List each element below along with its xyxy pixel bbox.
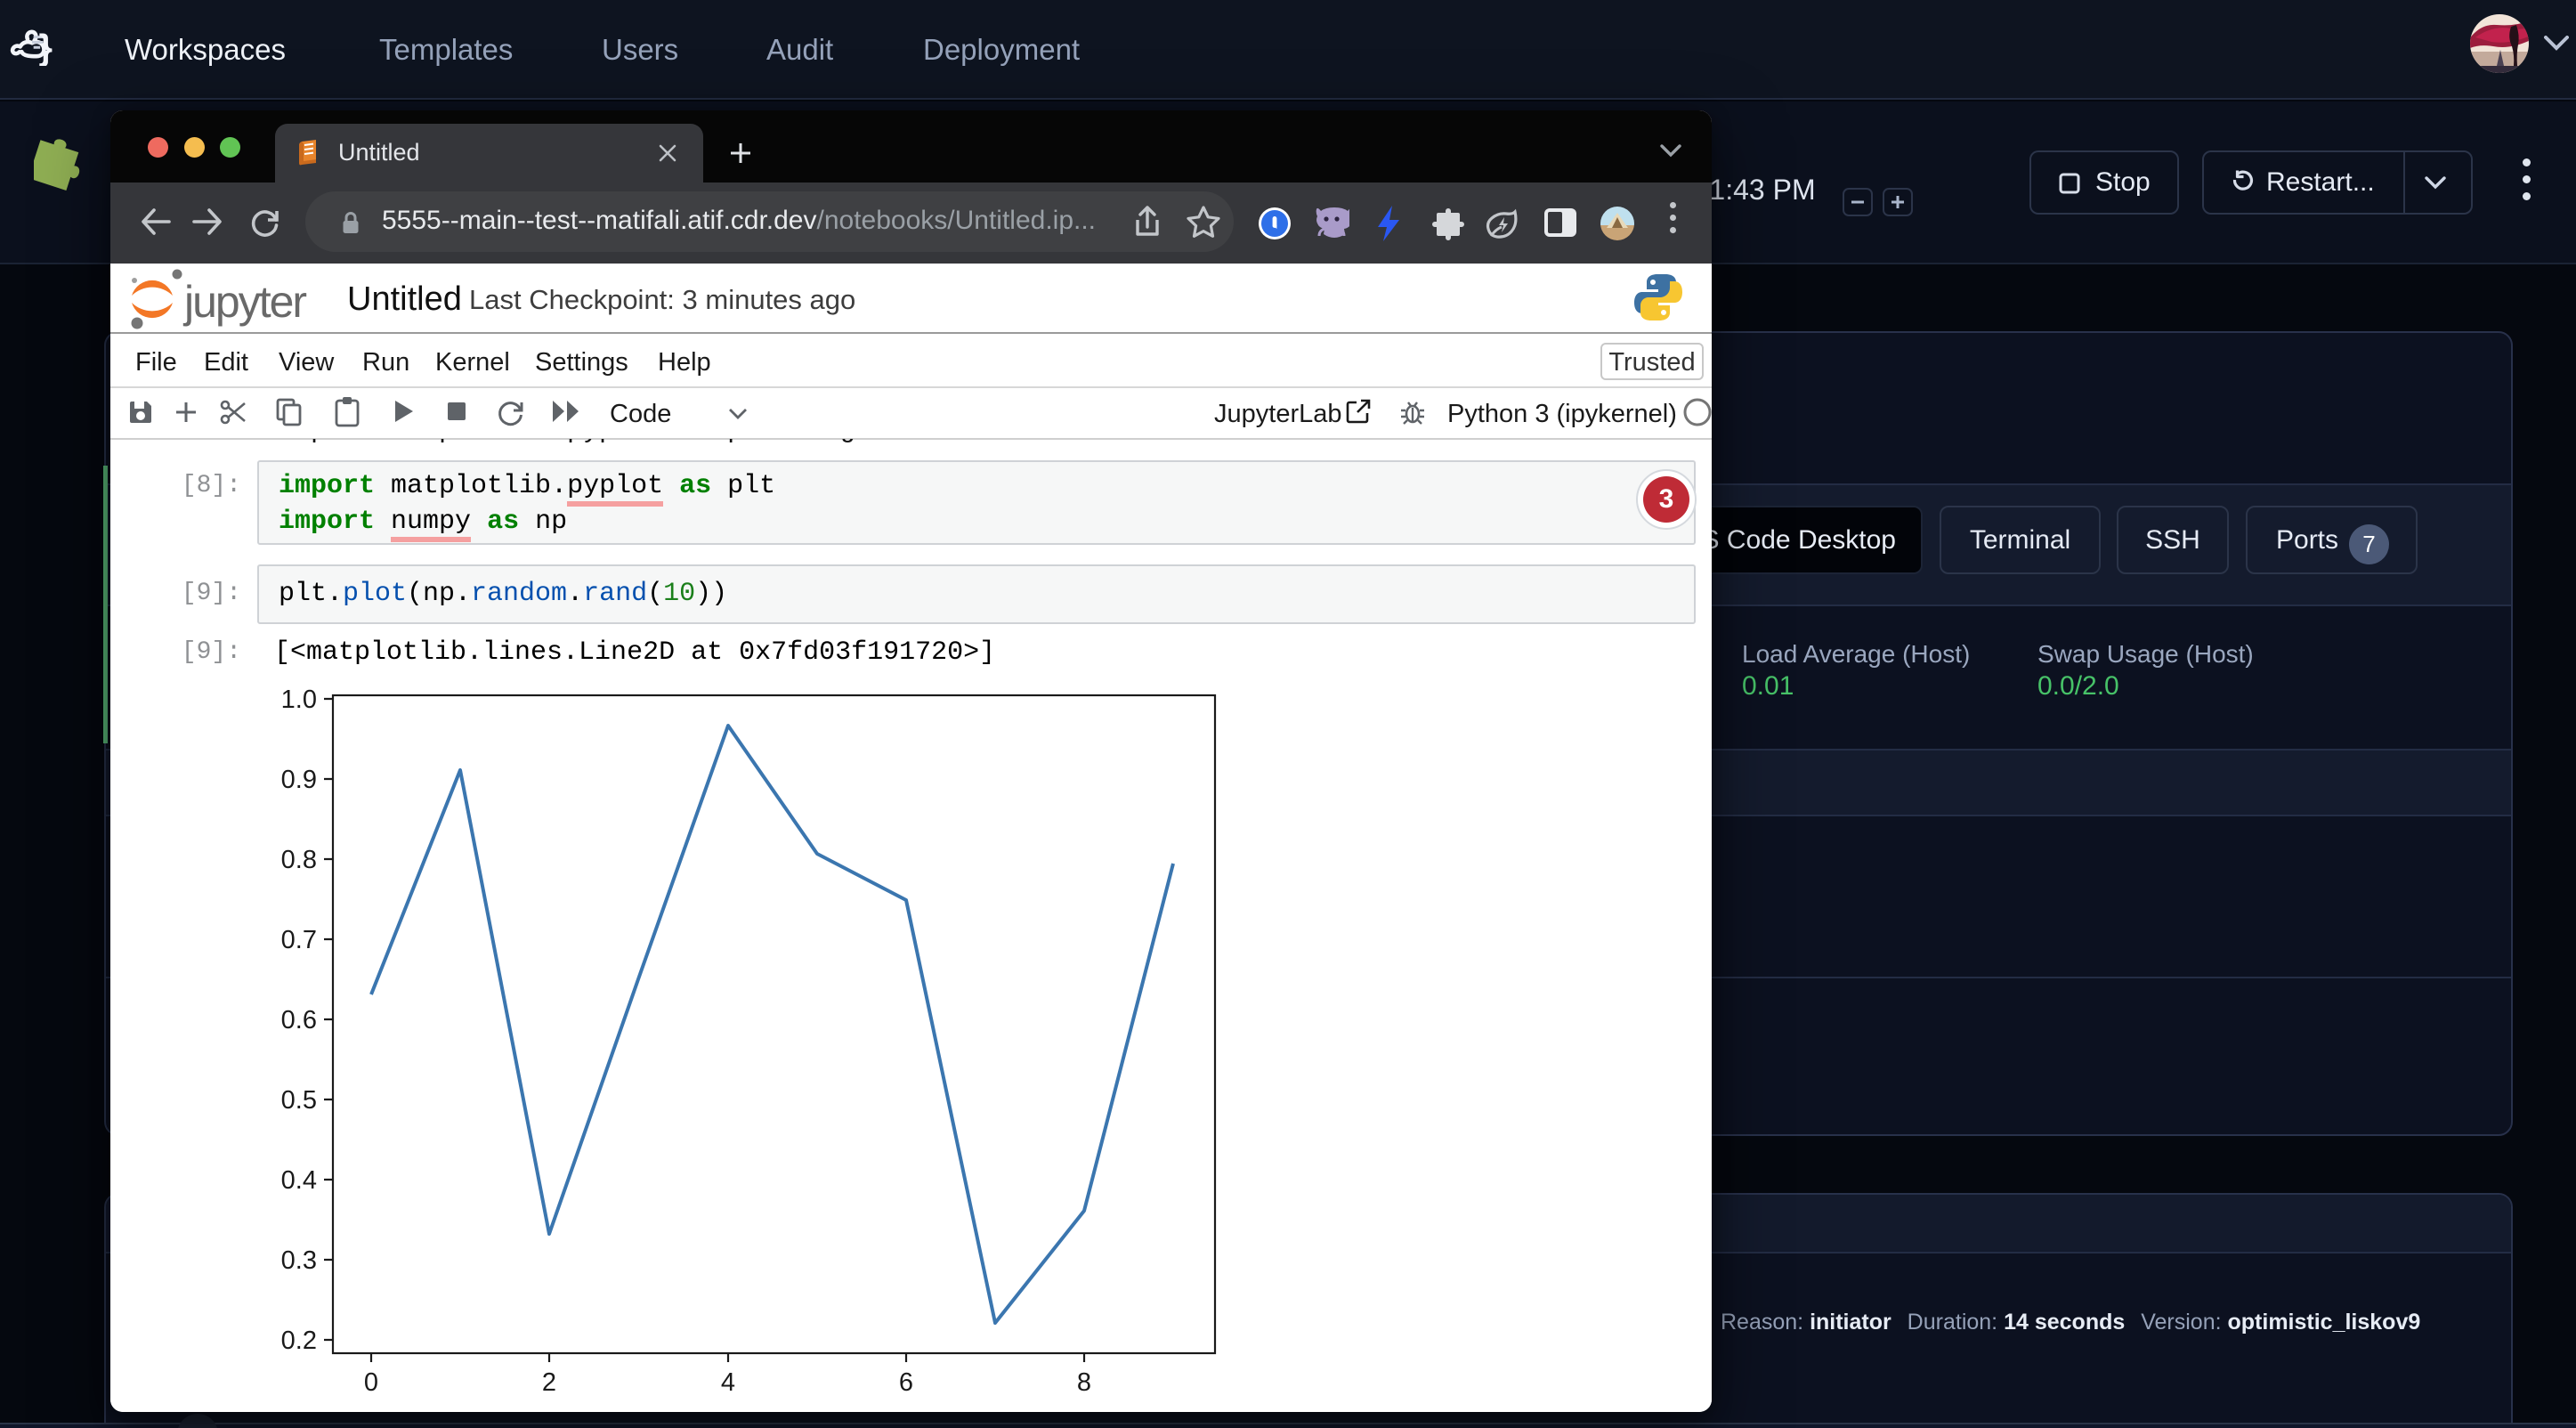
svg-text:0.9: 0.9 xyxy=(281,766,317,794)
svg-text:8: 8 xyxy=(1077,1368,1091,1397)
svg-text:2: 2 xyxy=(542,1368,556,1397)
svg-text:4: 4 xyxy=(721,1368,735,1397)
svg-text:0.6: 0.6 xyxy=(281,1006,317,1034)
svg-text:0.4: 0.4 xyxy=(281,1166,317,1195)
svg-text:0.8: 0.8 xyxy=(281,846,317,874)
svg-text:}: } xyxy=(38,28,52,66)
svg-text:0.7: 0.7 xyxy=(281,926,317,954)
svg-text:6: 6 xyxy=(899,1368,913,1397)
svg-text:0.2: 0.2 xyxy=(281,1327,317,1355)
svg-text:1.0: 1.0 xyxy=(281,686,317,714)
svg-text:0.5: 0.5 xyxy=(281,1086,317,1115)
svg-text:0: 0 xyxy=(364,1368,378,1397)
svg-text:0.3: 0.3 xyxy=(281,1246,317,1275)
